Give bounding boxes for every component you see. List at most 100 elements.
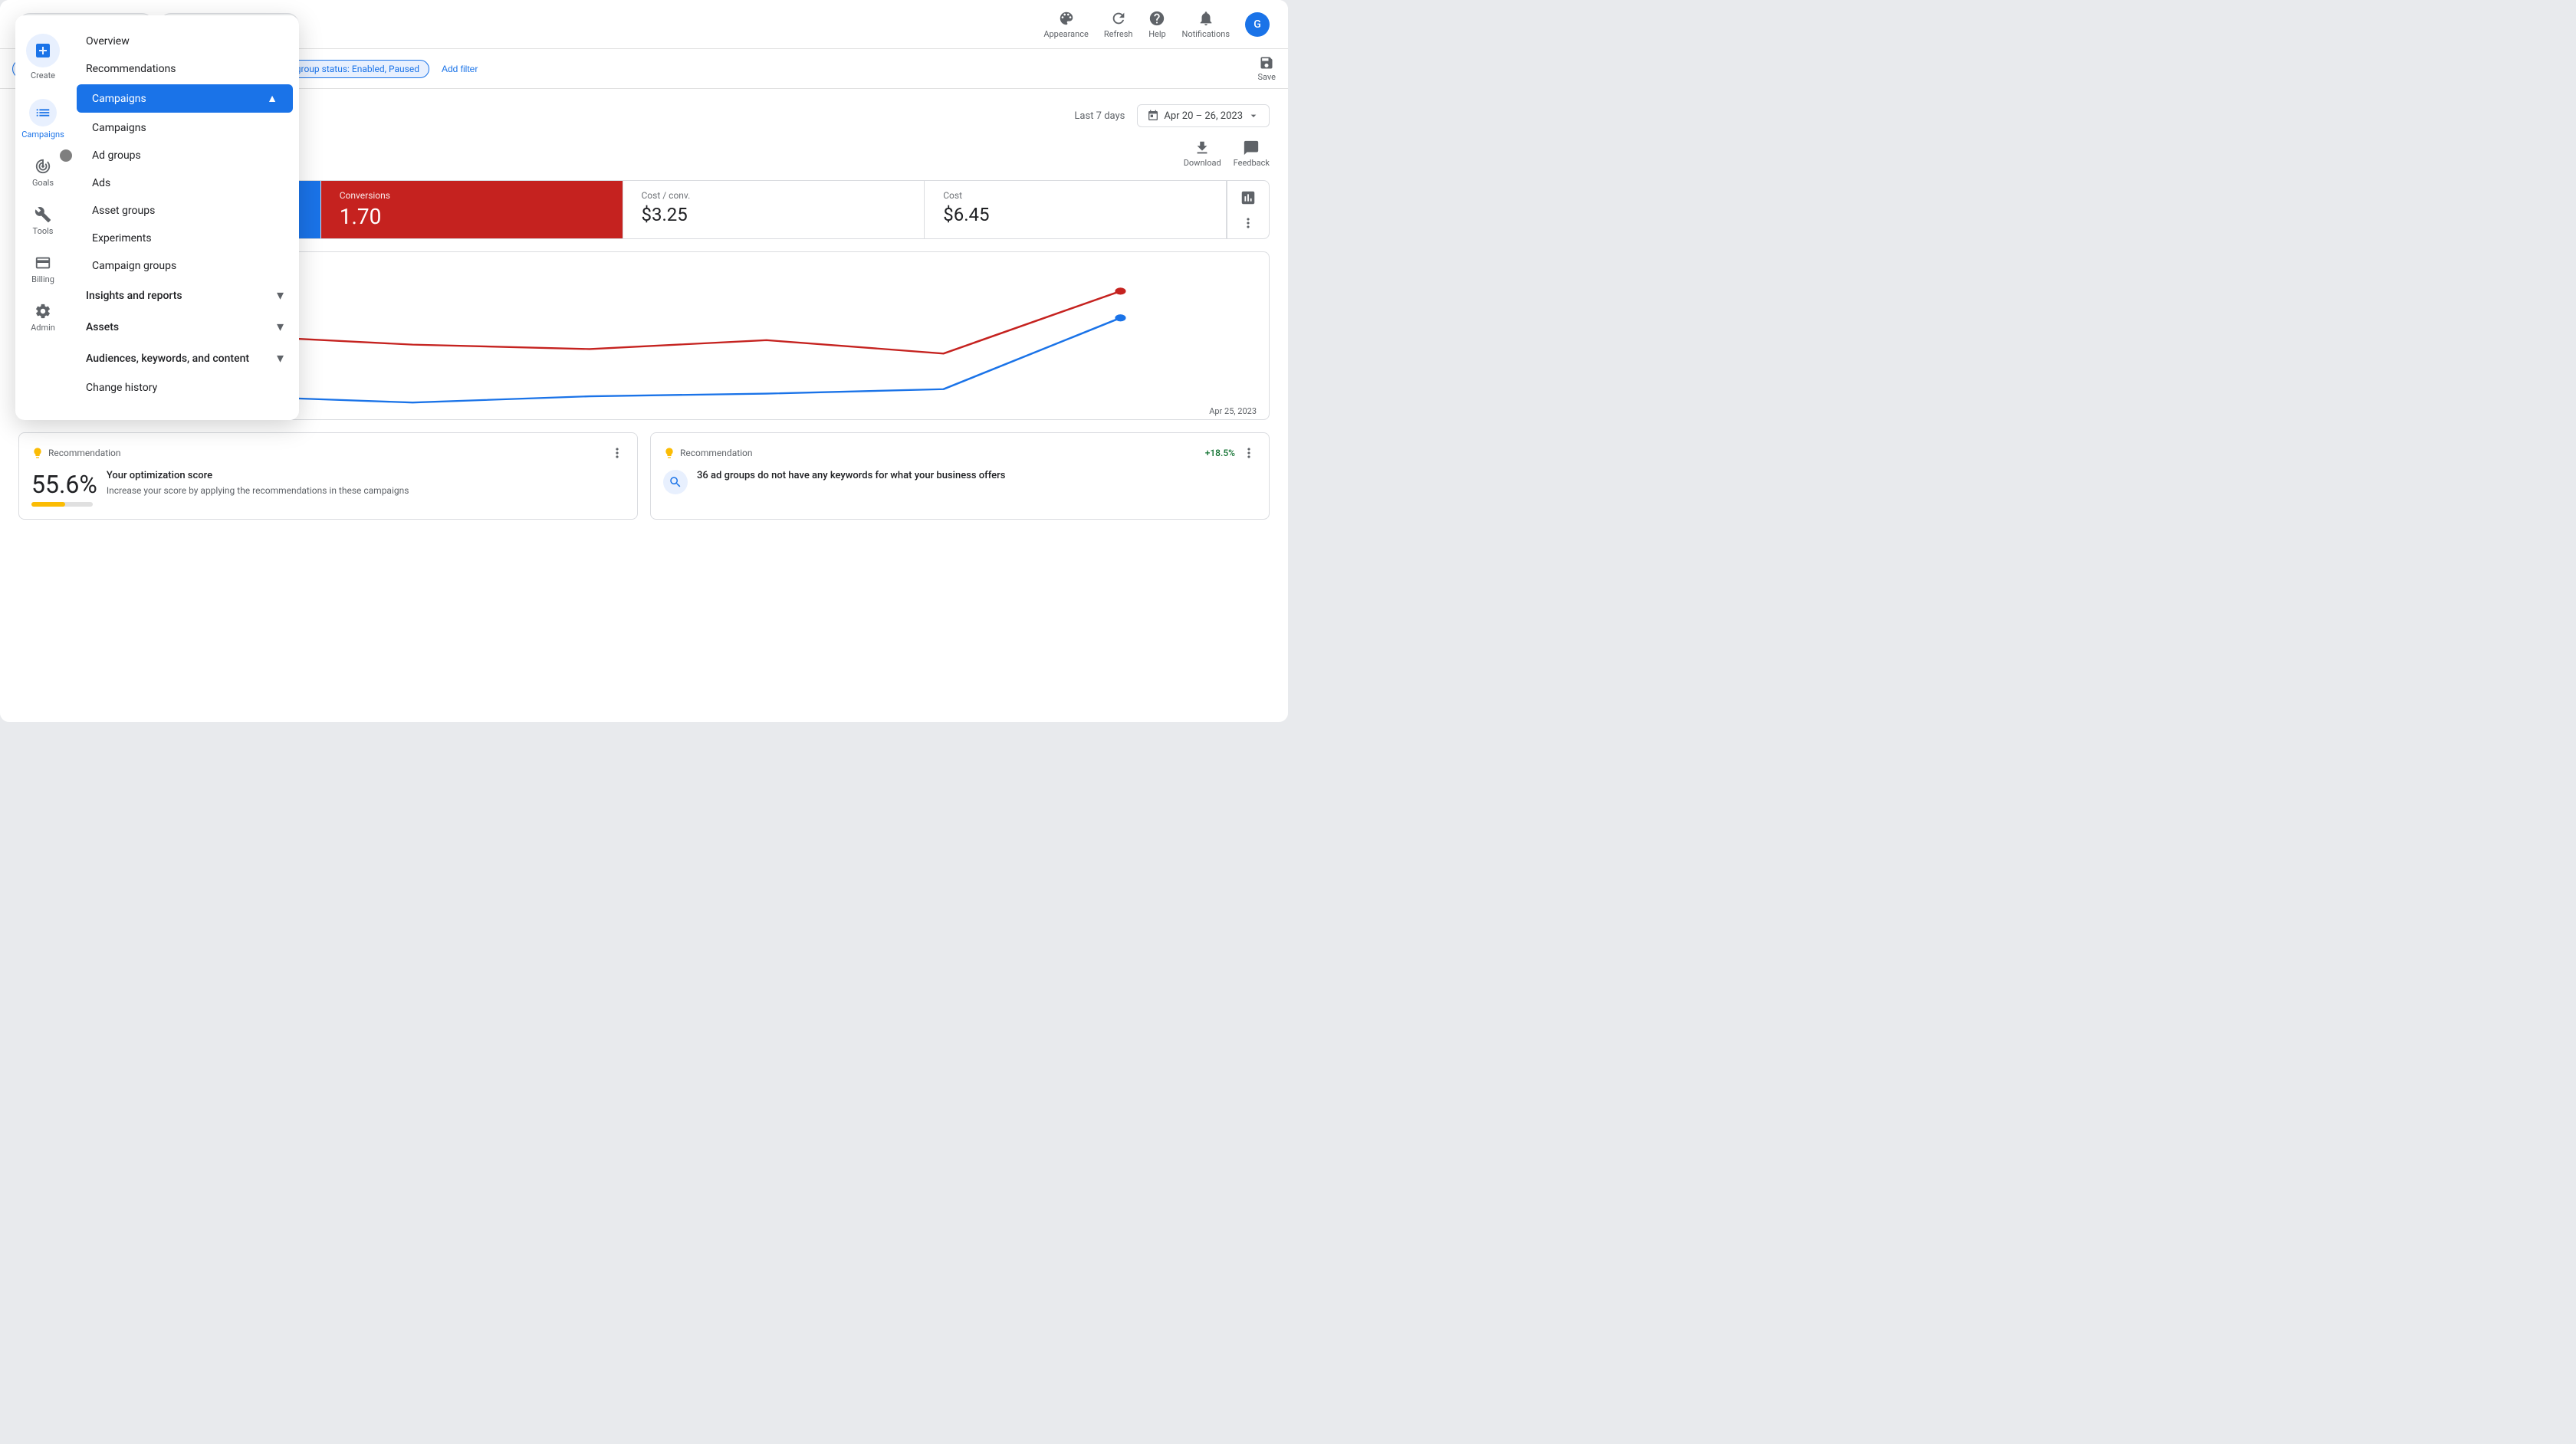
rec-title-1: Recommendation: [31, 447, 121, 459]
refresh-label: Refresh: [1104, 29, 1133, 39]
experiments-label: Experiments: [92, 232, 152, 244]
menu-item-ad-groups[interactable]: Ad groups: [77, 142, 299, 169]
rec-text-2: 36 ad groups do not have any keywords fo…: [697, 470, 1257, 484]
cost-per-conv-value: $3.25: [642, 204, 906, 225]
notifications-icon: [1197, 9, 1215, 28]
appearance-icon: [1057, 9, 1076, 28]
campaigns-label: Campaigns: [92, 122, 146, 134]
menu-item-campaign-groups[interactable]: Campaign groups: [77, 252, 299, 280]
menu-item-insights[interactable]: Insights and reports ▾: [71, 280, 299, 311]
admin-label: Admin: [31, 323, 55, 333]
rec-content-2: 36 ad groups do not have any keywords fo…: [663, 470, 1257, 494]
menu-item-experiments[interactable]: Experiments: [77, 225, 299, 252]
conversions-value: 1.70: [340, 204, 604, 229]
goals-label: Goals: [32, 178, 54, 188]
rec-title-2: Recommendation: [663, 447, 753, 459]
assets-label: Assets: [86, 321, 119, 333]
billing-label: Billing: [31, 274, 54, 284]
date-range-value: Apr 20 – 26, 2023: [1164, 110, 1243, 122]
create-label: Create: [31, 71, 55, 80]
menu-item-recommendations[interactable]: Recommendations: [71, 55, 299, 83]
help-label: Help: [1148, 29, 1166, 39]
rec-badge-2: +18.5%: [1205, 448, 1235, 458]
notifications-label: Notifications: [1181, 29, 1230, 39]
recommendation-card-1: Recommendation 55.6% Your optimization: [18, 432, 638, 520]
conversions-label: Conversions: [340, 190, 604, 201]
campaigns-icon: [29, 99, 57, 126]
help-button[interactable]: Help: [1148, 9, 1166, 39]
nav-goals[interactable]: Goals: [18, 152, 67, 194]
score-value: 55.6%: [31, 470, 97, 499]
score-bar: [31, 502, 93, 507]
rec-header-1: Recommendation: [31, 445, 625, 461]
rec-text-title-2: 36 ad groups do not have any keywords fo…: [697, 470, 1257, 481]
rec-header-2: Recommendation +18.5%: [663, 445, 1257, 461]
menu-item-ads[interactable]: Ads: [77, 169, 299, 197]
nav-admin[interactable]: Admin: [18, 297, 67, 339]
download-button[interactable]: Download: [1184, 139, 1221, 168]
help-icon: [1148, 9, 1166, 28]
cost-per-conv-label: Cost / conv.: [642, 190, 906, 201]
appearance-button[interactable]: Appearance: [1043, 9, 1089, 39]
ad-groups-label: Ad groups: [92, 149, 141, 162]
menu-item-audiences[interactable]: Audiences, keywords, and content ▾: [71, 343, 299, 374]
menu-item-overview[interactable]: Overview: [71, 28, 299, 55]
feedback-label: Feedback: [1234, 158, 1270, 168]
nav-campaigns[interactable]: Campaigns: [18, 93, 67, 146]
appearance-label: Appearance: [1043, 29, 1089, 39]
app-container: Workspace (2 filters) Select a campaign …: [0, 0, 1288, 722]
date-range-picker[interactable]: Apr 20 – 26, 2023: [1137, 104, 1270, 127]
notifications-button[interactable]: Notifications: [1181, 9, 1230, 39]
flyout-menu: Create Campaigns Goals Tools: [15, 15, 299, 420]
refresh-icon: [1109, 9, 1128, 28]
nav-tools[interactable]: Tools: [18, 200, 67, 242]
assets-chevron-icon: ▾: [277, 319, 284, 335]
rec-text-1: Your optimization score Increase your sc…: [107, 470, 625, 497]
metrics-more: [1227, 181, 1269, 238]
audiences-chevron-icon: ▾: [277, 350, 284, 366]
add-filter-button[interactable]: Add filter: [435, 61, 484, 77]
asset-groups-label: Asset groups: [92, 205, 155, 217]
menu-item-change-history[interactable]: Change history: [71, 374, 299, 402]
menu-item-campaigns[interactable]: Campaigns: [77, 114, 299, 142]
menu-item-asset-groups[interactable]: Asset groups: [77, 197, 299, 225]
feedback-button[interactable]: Feedback: [1234, 139, 1270, 168]
chart-x-right: Apr 25, 2023: [1209, 406, 1257, 416]
user-avatar[interactable]: G: [1245, 12, 1270, 37]
create-icon: [26, 34, 60, 67]
ad-group-status-label: Ad group status: Enabled, Paused: [282, 64, 419, 74]
nav-create[interactable]: Create: [18, 28, 67, 87]
conversions-metric[interactable]: Conversions 1.70: [321, 181, 623, 238]
rec-content-1: 55.6% Your optimization score Increase y…: [31, 470, 625, 507]
menu-item-campaigns-header[interactable]: Campaigns ▲: [77, 84, 293, 113]
date-range-label: Last 7 days: [1074, 110, 1125, 122]
cost-metric[interactable]: Cost $6.45: [925, 181, 1227, 238]
save-label: Save: [1257, 72, 1276, 82]
campaigns-section-label: Campaigns: [92, 93, 146, 105]
recommendations-label: Recommendations: [86, 63, 176, 75]
cost-label: Cost: [943, 190, 1208, 201]
score-bar-fill: [31, 502, 65, 507]
recommendations-row: Recommendation 55.6% Your optimization: [18, 432, 1270, 520]
insights-chevron-icon: ▾: [277, 287, 284, 304]
insights-label: Insights and reports: [86, 290, 182, 302]
ads-label: Ads: [92, 177, 110, 189]
recommendation-card-2: Recommendation +18.5% 36 ad groups do no…: [650, 432, 1270, 520]
overview-label: Overview: [86, 35, 130, 48]
rec-text-title-1: Your optimization score: [107, 470, 625, 481]
nav-billing[interactable]: Billing: [18, 248, 67, 290]
campaigns-nav-label: Campaigns: [21, 130, 64, 139]
top-bar-actions: Appearance Refresh Help: [1043, 9, 1270, 39]
menu-item-assets[interactable]: Assets ▾: [71, 311, 299, 343]
refresh-button[interactable]: Refresh: [1104, 9, 1133, 39]
rec-text-body-1: Increase your score by applying the reco…: [107, 484, 625, 497]
audiences-label: Audiences, keywords, and content: [86, 353, 249, 365]
campaigns-submenu: Campaigns Ad groups Ads Asset groups Exp…: [71, 114, 299, 280]
save-button[interactable]: Save: [1257, 55, 1276, 82]
cost-value: $6.45: [943, 204, 1208, 225]
download-label: Download: [1184, 158, 1221, 168]
campaign-groups-label: Campaign groups: [92, 260, 176, 272]
change-history-label: Change history: [86, 382, 157, 394]
cost-per-conv-metric[interactable]: Cost / conv. $3.25: [623, 181, 925, 238]
tools-label: Tools: [33, 226, 54, 236]
